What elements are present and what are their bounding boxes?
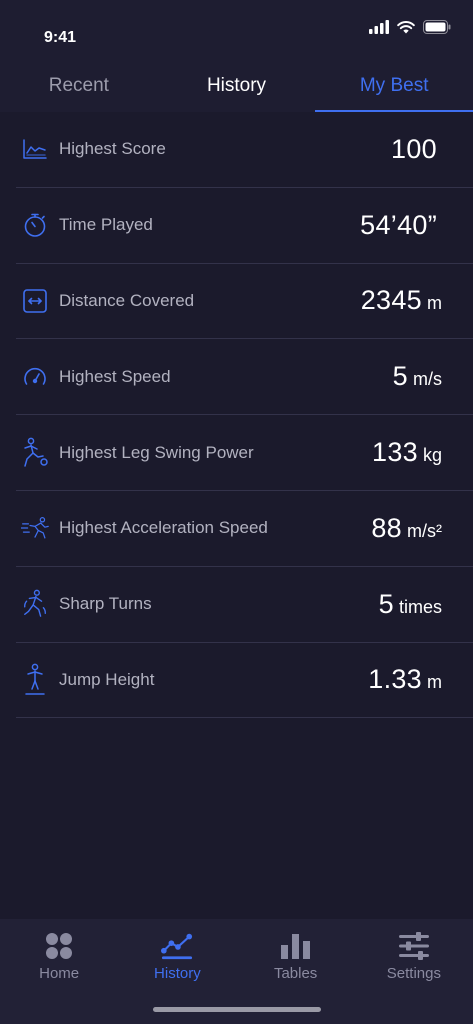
stat-row-highest-speed[interactable]: Highest Speed 5 m/s <box>16 339 473 416</box>
stat-row-jump-height[interactable]: Jump Height 1.33 m <box>16 643 473 719</box>
stat-value-number: 5 <box>392 361 408 392</box>
stat-label: Sharp Turns <box>59 594 152 614</box>
tab-my-best[interactable]: My Best <box>315 64 473 112</box>
stat-value: 5 m/s <box>393 361 442 392</box>
stat-label: Highest Score <box>59 139 166 159</box>
status-bar: 9:41 <box>0 0 473 64</box>
turning-player-icon <box>21 589 49 618</box>
signal-icon <box>369 20 389 34</box>
stat-label: Highest Acceleration Speed <box>59 518 268 538</box>
tab-bar: Recent History My Best <box>0 64 473 112</box>
stat-value-number: 5 <box>378 588 394 619</box>
kicking-player-icon <box>21 437 49 467</box>
stat-value-unit: m <box>427 672 442 693</box>
stat-label: Highest Leg Swing Power <box>59 442 254 462</box>
settings-sliders-icon <box>398 931 430 961</box>
stat-label: Time Played <box>59 215 153 235</box>
stat-value: 54’40” <box>360 210 442 241</box>
stat-value: 88 m/s² <box>371 513 442 544</box>
stat-row-highest-score[interactable]: Highest Score 100 <box>16 112 473 188</box>
tables-bar-icon <box>280 931 312 961</box>
distance-arrows-icon <box>21 287 49 315</box>
nav-label: Tables <box>273 965 318 982</box>
stat-label: Distance Covered <box>59 290 195 310</box>
stat-value-unit: m/s <box>413 369 442 390</box>
stat-value-unit: times <box>398 596 442 617</box>
stat-value: 1.33 m <box>368 664 442 695</box>
nav-settings[interactable]: Settings <box>355 919 473 1024</box>
best-stats-list: Highest Score 100 Time Played 54’40” Dis… <box>0 112 473 719</box>
status-time: 9:41 <box>44 29 77 46</box>
stat-value-unit: kg <box>422 445 442 466</box>
stat-value: 100 <box>391 134 442 165</box>
sprinting-player-icon <box>21 514 49 542</box>
battery-icon <box>423 20 451 34</box>
stat-value-number: 1.33 <box>368 664 422 695</box>
stat-row-sharp-turns[interactable]: Sharp Turns 5 times <box>16 567 473 643</box>
nav-home[interactable]: Home <box>0 919 118 1024</box>
stat-label: Jump Height <box>59 669 155 689</box>
wifi-icon <box>397 21 415 34</box>
stat-value-number: 88 <box>371 512 402 543</box>
jumping-player-icon <box>21 663 49 695</box>
nav-label: History <box>154 965 201 982</box>
stat-value-number: 133 <box>372 437 418 468</box>
stat-row-highest-leg-swing-power[interactable]: Highest Leg Swing Power 133 kg <box>16 415 473 491</box>
home-indicator[interactable] <box>153 1007 321 1012</box>
stat-value-number: 100 <box>391 133 437 164</box>
stat-value-number: 2345 <box>360 285 422 316</box>
stat-value-unit: m <box>427 293 442 314</box>
speedometer-icon <box>21 363 49 391</box>
tab-history[interactable]: History <box>158 64 316 112</box>
stopwatch-icon <box>21 211 49 239</box>
stat-value-number: 54’40” <box>360 209 437 240</box>
stat-row-highest-acceleration-speed[interactable]: Highest Acceleration Speed 88 m/s² <box>16 491 473 567</box>
home-grid-icon <box>43 931 75 961</box>
line-chart-icon <box>21 135 49 163</box>
stat-label: Highest Speed <box>59 366 171 386</box>
stat-value: 2345 m <box>361 285 442 316</box>
stat-value-unit: m/s² <box>407 520 442 541</box>
stat-row-distance-covered[interactable]: Distance Covered 2345 m <box>16 264 473 340</box>
tab-recent[interactable]: Recent <box>0 64 158 112</box>
nav-label: Settings <box>386 965 441 982</box>
nav-label: Home <box>39 965 80 982</box>
status-icons <box>369 20 451 34</box>
stat-row-time-played[interactable]: Time Played 54’40” <box>16 188 473 264</box>
stat-value: 133 kg <box>372 437 442 468</box>
history-line-icon <box>161 931 193 961</box>
stat-value: 5 times <box>379 589 442 620</box>
